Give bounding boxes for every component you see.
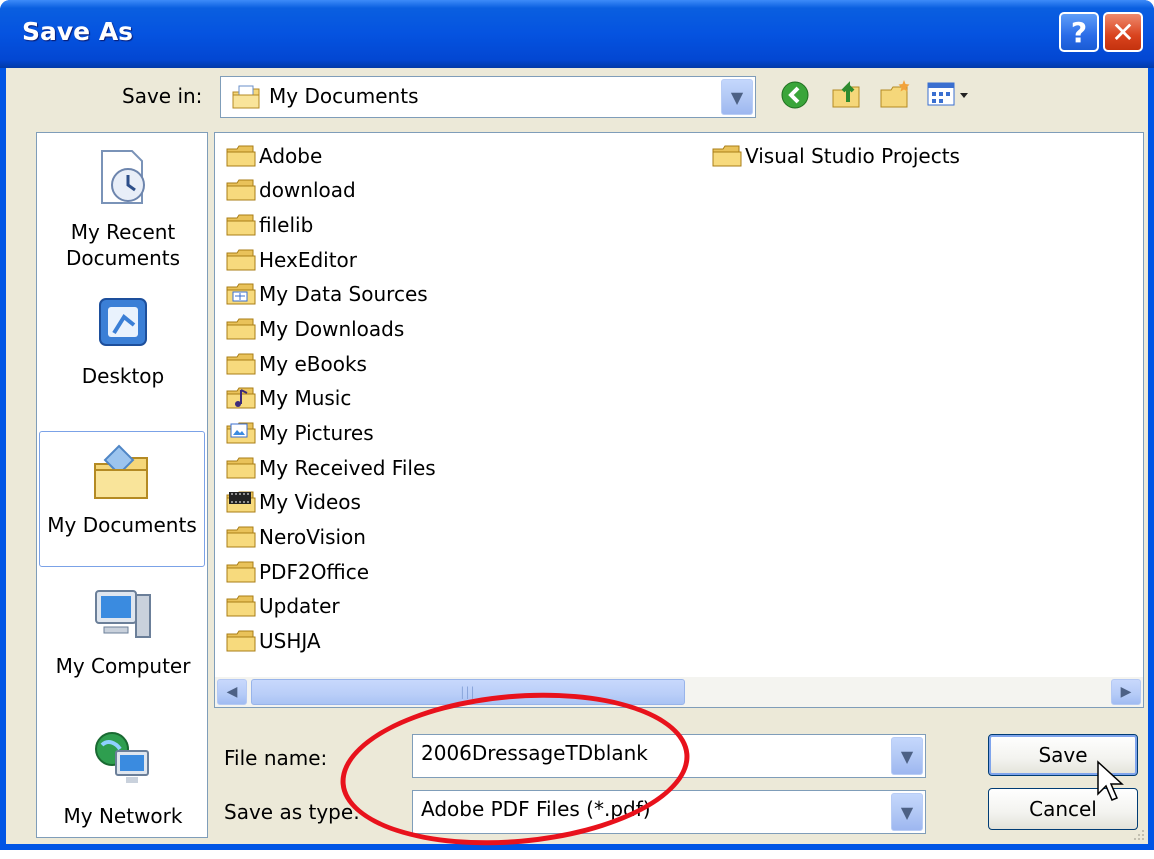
folder-icon — [712, 145, 742, 167]
list-item[interactable]: My Downloads — [225, 314, 404, 344]
save-type-select[interactable]: Adobe PDF Files (*.pdf) ▼ — [412, 790, 926, 834]
list-item[interactable]: NeroVision — [225, 522, 366, 552]
mouse-cursor-icon — [1097, 760, 1124, 801]
file-name: Visual Studio Projects — [745, 144, 960, 168]
folder-icon — [226, 179, 256, 201]
help-button[interactable]: ? — [1059, 12, 1099, 52]
list-item[interactable]: Visual Studio Projects — [711, 141, 960, 171]
save-type-value: Adobe PDF Files (*.pdf) — [421, 797, 651, 821]
file-name: Updater — [259, 594, 340, 618]
place-label: My Computer — [55, 654, 191, 678]
pictures-folder-icon — [226, 422, 256, 444]
place-label: My Documents — [47, 513, 197, 537]
chevron-down-icon[interactable]: ▼ — [891, 737, 923, 775]
chevron-down-icon[interactable]: ▼ — [721, 79, 753, 115]
close-button[interactable]: ✕ — [1103, 12, 1143, 52]
folder-icon — [226, 145, 256, 167]
file-name: filelib — [259, 213, 314, 237]
list-item[interactable]: My Music — [225, 383, 351, 413]
scroll-right-icon[interactable]: ▶ — [1111, 679, 1141, 705]
folder-icon — [226, 526, 256, 548]
chevron-down-icon[interactable]: ▼ — [891, 793, 923, 831]
folder-icon — [226, 318, 256, 340]
desktop-icon — [92, 293, 154, 361]
save-in-value: My Documents — [269, 84, 419, 108]
file-name: My Data Sources — [259, 282, 428, 306]
title-bar[interactable]: Save As ? ✕ — [0, 0, 1154, 68]
list-item[interactable]: My Videos — [225, 487, 361, 517]
list-item[interactable]: HexEditor — [225, 245, 357, 275]
dialog-body: Save in: My Documents ▼ My Recent Docume… — [6, 68, 1148, 844]
place-label-line1: My Recent — [70, 220, 176, 244]
computer-icon — [90, 583, 156, 655]
file-name: PDF2Office — [259, 560, 370, 584]
save-as-dialog: Save As ? ✕ Save in: My Documents ▼ My R… — [0, 0, 1154, 850]
place-my-documents[interactable]: My Documents — [39, 431, 205, 567]
place-label: My Network — [63, 804, 183, 828]
folder-icon — [226, 595, 256, 617]
list-item[interactable]: USHJA — [225, 626, 321, 656]
new-folder-icon[interactable] — [878, 78, 912, 115]
place-label: Desktop — [81, 364, 165, 388]
file-name: My Downloads — [259, 317, 405, 341]
place-label-line2: Documents — [65, 246, 181, 270]
views-menu-icon[interactable] — [926, 80, 974, 113]
folder-icon — [226, 457, 256, 479]
folder-icon — [226, 214, 256, 236]
folder-icon — [226, 249, 256, 271]
file-name: USHJA — [259, 629, 321, 653]
scroll-left-icon[interactable]: ◀ — [217, 679, 247, 705]
place-desktop[interactable]: Desktop — [37, 293, 207, 393]
save-in-combo[interactable]: My Documents ▼ — [220, 76, 756, 118]
list-item[interactable]: Updater — [225, 591, 340, 621]
horizontal-scrollbar[interactable]: ◀ ||| ▶ — [215, 677, 1143, 707]
file-name: HexEditor — [259, 248, 358, 272]
places-bar: My Recent Documents Desktop My Documents — [36, 132, 208, 838]
up-folder-icon[interactable] — [830, 78, 862, 115]
resize-grip-icon[interactable] — [1130, 826, 1146, 842]
file-name: My Received Files — [259, 456, 436, 480]
list-item[interactable]: filelib — [225, 210, 313, 240]
place-my-computer[interactable]: My Computer — [37, 583, 207, 683]
file-name: NeroVision — [259, 525, 366, 549]
file-name: download — [259, 178, 356, 202]
file-name: Adobe — [259, 144, 323, 168]
my-documents-small-icon — [231, 84, 261, 115]
place-my-network[interactable]: My Network — [37, 725, 207, 835]
list-item[interactable]: PDF2Office — [225, 557, 369, 587]
file-list[interactable]: Adobe download filelib HexEditor My Data… — [214, 132, 1144, 708]
file-name-input[interactable]: 2006DressageTDblank ▼ — [412, 734, 926, 778]
data-sources-folder-icon — [226, 283, 256, 305]
list-item[interactable]: My eBooks — [225, 349, 367, 379]
list-item[interactable]: My Received Files — [225, 453, 436, 483]
scrollbar-thumb[interactable]: ||| — [251, 679, 685, 705]
file-name: My Videos — [259, 490, 361, 514]
window-title: Save As — [22, 17, 134, 46]
folder-icon — [226, 561, 256, 583]
recent-documents-icon — [92, 147, 154, 215]
save-type-label: Save as type: — [224, 800, 360, 824]
folder-icon — [226, 630, 256, 652]
list-item[interactable]: download — [225, 175, 356, 205]
videos-folder-icon — [226, 491, 256, 513]
folder-icon — [226, 353, 256, 375]
list-item[interactable]: My Data Sources — [225, 279, 428, 309]
file-name: My Music — [259, 386, 352, 410]
music-folder-icon — [226, 387, 256, 409]
my-documents-icon — [89, 440, 155, 512]
file-name-value: 2006DressageTDblank — [421, 741, 648, 765]
back-icon[interactable] — [780, 80, 810, 115]
list-item[interactable]: Adobe — [225, 141, 322, 171]
place-my-recent-documents[interactable]: My Recent Documents — [37, 147, 207, 275]
file-name: My Pictures — [259, 421, 374, 445]
network-icon — [90, 725, 156, 797]
list-item[interactable]: My Pictures — [225, 418, 374, 448]
file-name: My eBooks — [259, 352, 367, 376]
file-name-label: File name: — [224, 746, 328, 770]
save-in-label: Save in: — [122, 84, 203, 108]
